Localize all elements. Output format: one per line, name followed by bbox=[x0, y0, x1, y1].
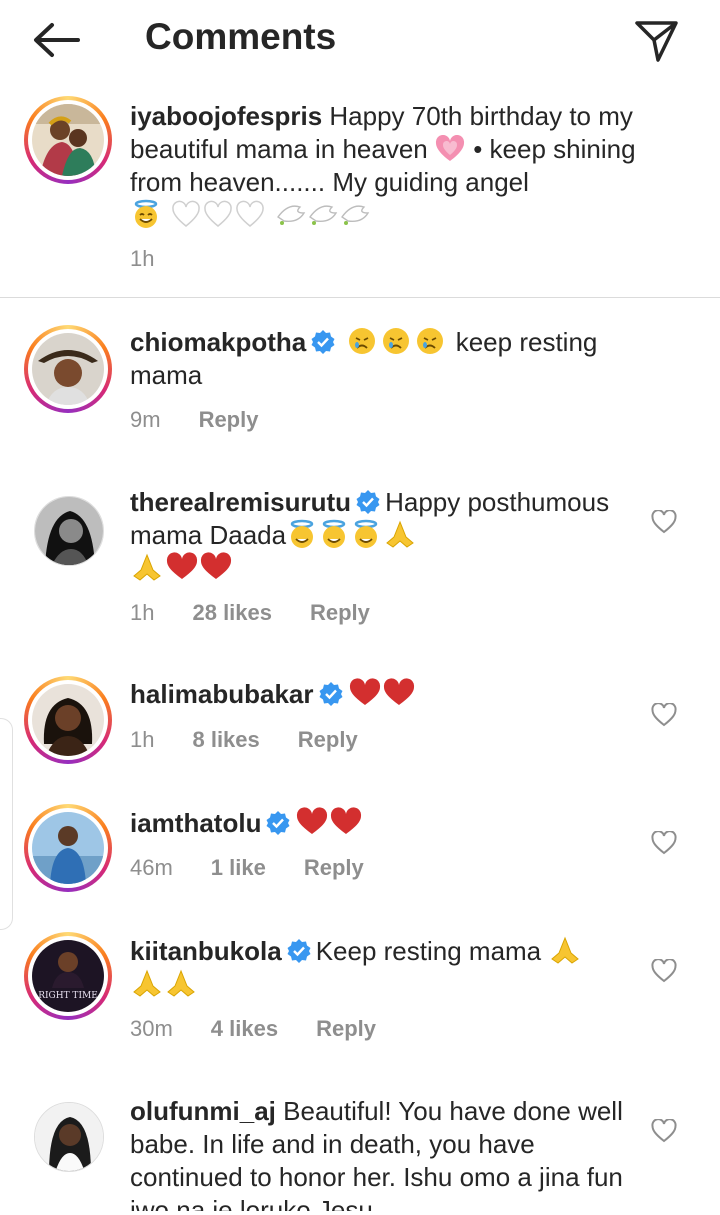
avatar-image bbox=[32, 333, 104, 405]
verified-badge-icon bbox=[356, 490, 380, 514]
comment-text: therealremisurutu Happy posthumous mama D… bbox=[130, 486, 650, 585]
comment-meta: 9m Reply bbox=[130, 407, 296, 433]
like-count[interactable]: 28 likes bbox=[192, 600, 272, 625]
verified-badge-icon bbox=[311, 330, 335, 354]
comment-text: halimabubakar bbox=[130, 678, 650, 711]
like-heart-icon[interactable] bbox=[651, 959, 677, 983]
comment-text: kiitanbukola Keep resting mama bbox=[130, 935, 650, 1001]
verified-badge-icon bbox=[287, 939, 311, 963]
reply-button[interactable]: Reply bbox=[310, 600, 370, 625]
folded-hands-emoji bbox=[386, 520, 414, 548]
comment-timestamp: 46m bbox=[130, 855, 173, 880]
avatar[interactable] bbox=[24, 676, 112, 764]
like-count[interactable]: 1 like bbox=[211, 855, 266, 880]
verified-badge-icon bbox=[266, 811, 290, 835]
like-count[interactable]: 8 likes bbox=[192, 727, 259, 752]
comment-meta: 46m 1 like Reply bbox=[130, 855, 402, 881]
comment-username[interactable]: iamthatolu bbox=[130, 808, 261, 838]
avatar-image bbox=[32, 812, 104, 884]
crying-face-emoji bbox=[349, 328, 444, 354]
avatar-image bbox=[34, 1102, 104, 1172]
caption-meta: 1h bbox=[130, 246, 192, 272]
back-arrow-icon[interactable] bbox=[30, 20, 82, 60]
like-heart-icon[interactable] bbox=[651, 831, 677, 855]
dove-emoji bbox=[277, 205, 370, 225]
avatar[interactable] bbox=[24, 804, 112, 892]
comment-username[interactable]: halimabubakar bbox=[130, 679, 314, 709]
comment-meta: 1h 8 likes Reply bbox=[130, 727, 396, 753]
avatar-image bbox=[32, 684, 104, 756]
avatar-text: RIGHT TIME bbox=[38, 991, 98, 1001]
caption-text: iyaboojofespris Happy 70th birthday to m… bbox=[130, 100, 650, 232]
pink-heart-emoji bbox=[435, 135, 464, 161]
avatar[interactable] bbox=[24, 96, 112, 184]
avatar[interactable] bbox=[24, 1092, 112, 1180]
page-title: Comments bbox=[145, 16, 337, 57]
like-heart-icon[interactable] bbox=[651, 510, 677, 534]
comment-text: iamthatolu bbox=[130, 807, 650, 840]
comment-meta: 1h 28 likes Reply bbox=[130, 600, 408, 626]
comment-body: Keep resting mama bbox=[315, 936, 542, 966]
like-heart-icon[interactable] bbox=[651, 703, 677, 727]
comment-text: olufunmi_aj Beautiful! You have done wel… bbox=[130, 1095, 650, 1211]
red-heart-emoji bbox=[166, 552, 232, 579]
reply-button[interactable]: Reply bbox=[298, 727, 358, 752]
avatar-image: RIGHT TIME bbox=[32, 940, 104, 1012]
halo-smile-emoji bbox=[290, 519, 378, 548]
folded-hands-emoji bbox=[133, 553, 161, 581]
comment-timestamp: 9m bbox=[130, 407, 161, 432]
red-heart-emoji bbox=[297, 807, 362, 834]
halo-smile-emoji bbox=[134, 199, 158, 228]
folded-hands-emoji bbox=[551, 936, 580, 964]
avatar-image bbox=[32, 104, 104, 176]
caption-username[interactable]: iyaboojofespris bbox=[130, 101, 322, 131]
reply-button[interactable]: Reply bbox=[316, 1016, 376, 1041]
verified-badge-icon bbox=[319, 682, 343, 706]
comment-text: chiomakpotha keep resting mama bbox=[130, 326, 650, 392]
caption-timestamp: 1h bbox=[130, 246, 155, 271]
comment-timestamp: 30m bbox=[130, 1016, 173, 1041]
like-count[interactable]: 4 likes bbox=[211, 1016, 278, 1041]
comment-meta: 30m 4 likes Reply bbox=[130, 1016, 414, 1042]
like-heart-icon[interactable] bbox=[651, 1119, 677, 1143]
reply-button[interactable]: Reply bbox=[304, 855, 364, 880]
avatar[interactable]: RIGHT TIME bbox=[24, 932, 112, 1020]
header-bar: Comments bbox=[0, 0, 720, 80]
comment-timestamp: 1h bbox=[130, 727, 155, 752]
white-hearts-emoji bbox=[172, 200, 264, 227]
direct-send-icon[interactable] bbox=[632, 16, 680, 64]
comment-username[interactable]: olufunmi_aj bbox=[130, 1096, 276, 1126]
red-heart-emoji bbox=[349, 678, 414, 705]
reply-button[interactable]: Reply bbox=[199, 407, 259, 432]
comment-username[interactable]: therealremisurutu bbox=[130, 487, 351, 517]
comment-username[interactable]: kiitanbukola bbox=[130, 936, 282, 966]
comment-username[interactable]: chiomakpotha bbox=[130, 327, 306, 357]
avatar-image bbox=[34, 496, 104, 566]
side-panel-handle[interactable] bbox=[0, 718, 13, 930]
folded-hands-emoji bbox=[133, 969, 195, 997]
avatar[interactable] bbox=[24, 486, 112, 574]
avatar[interactable] bbox=[24, 325, 112, 413]
divider bbox=[0, 297, 720, 298]
comment-timestamp: 1h bbox=[130, 600, 155, 625]
